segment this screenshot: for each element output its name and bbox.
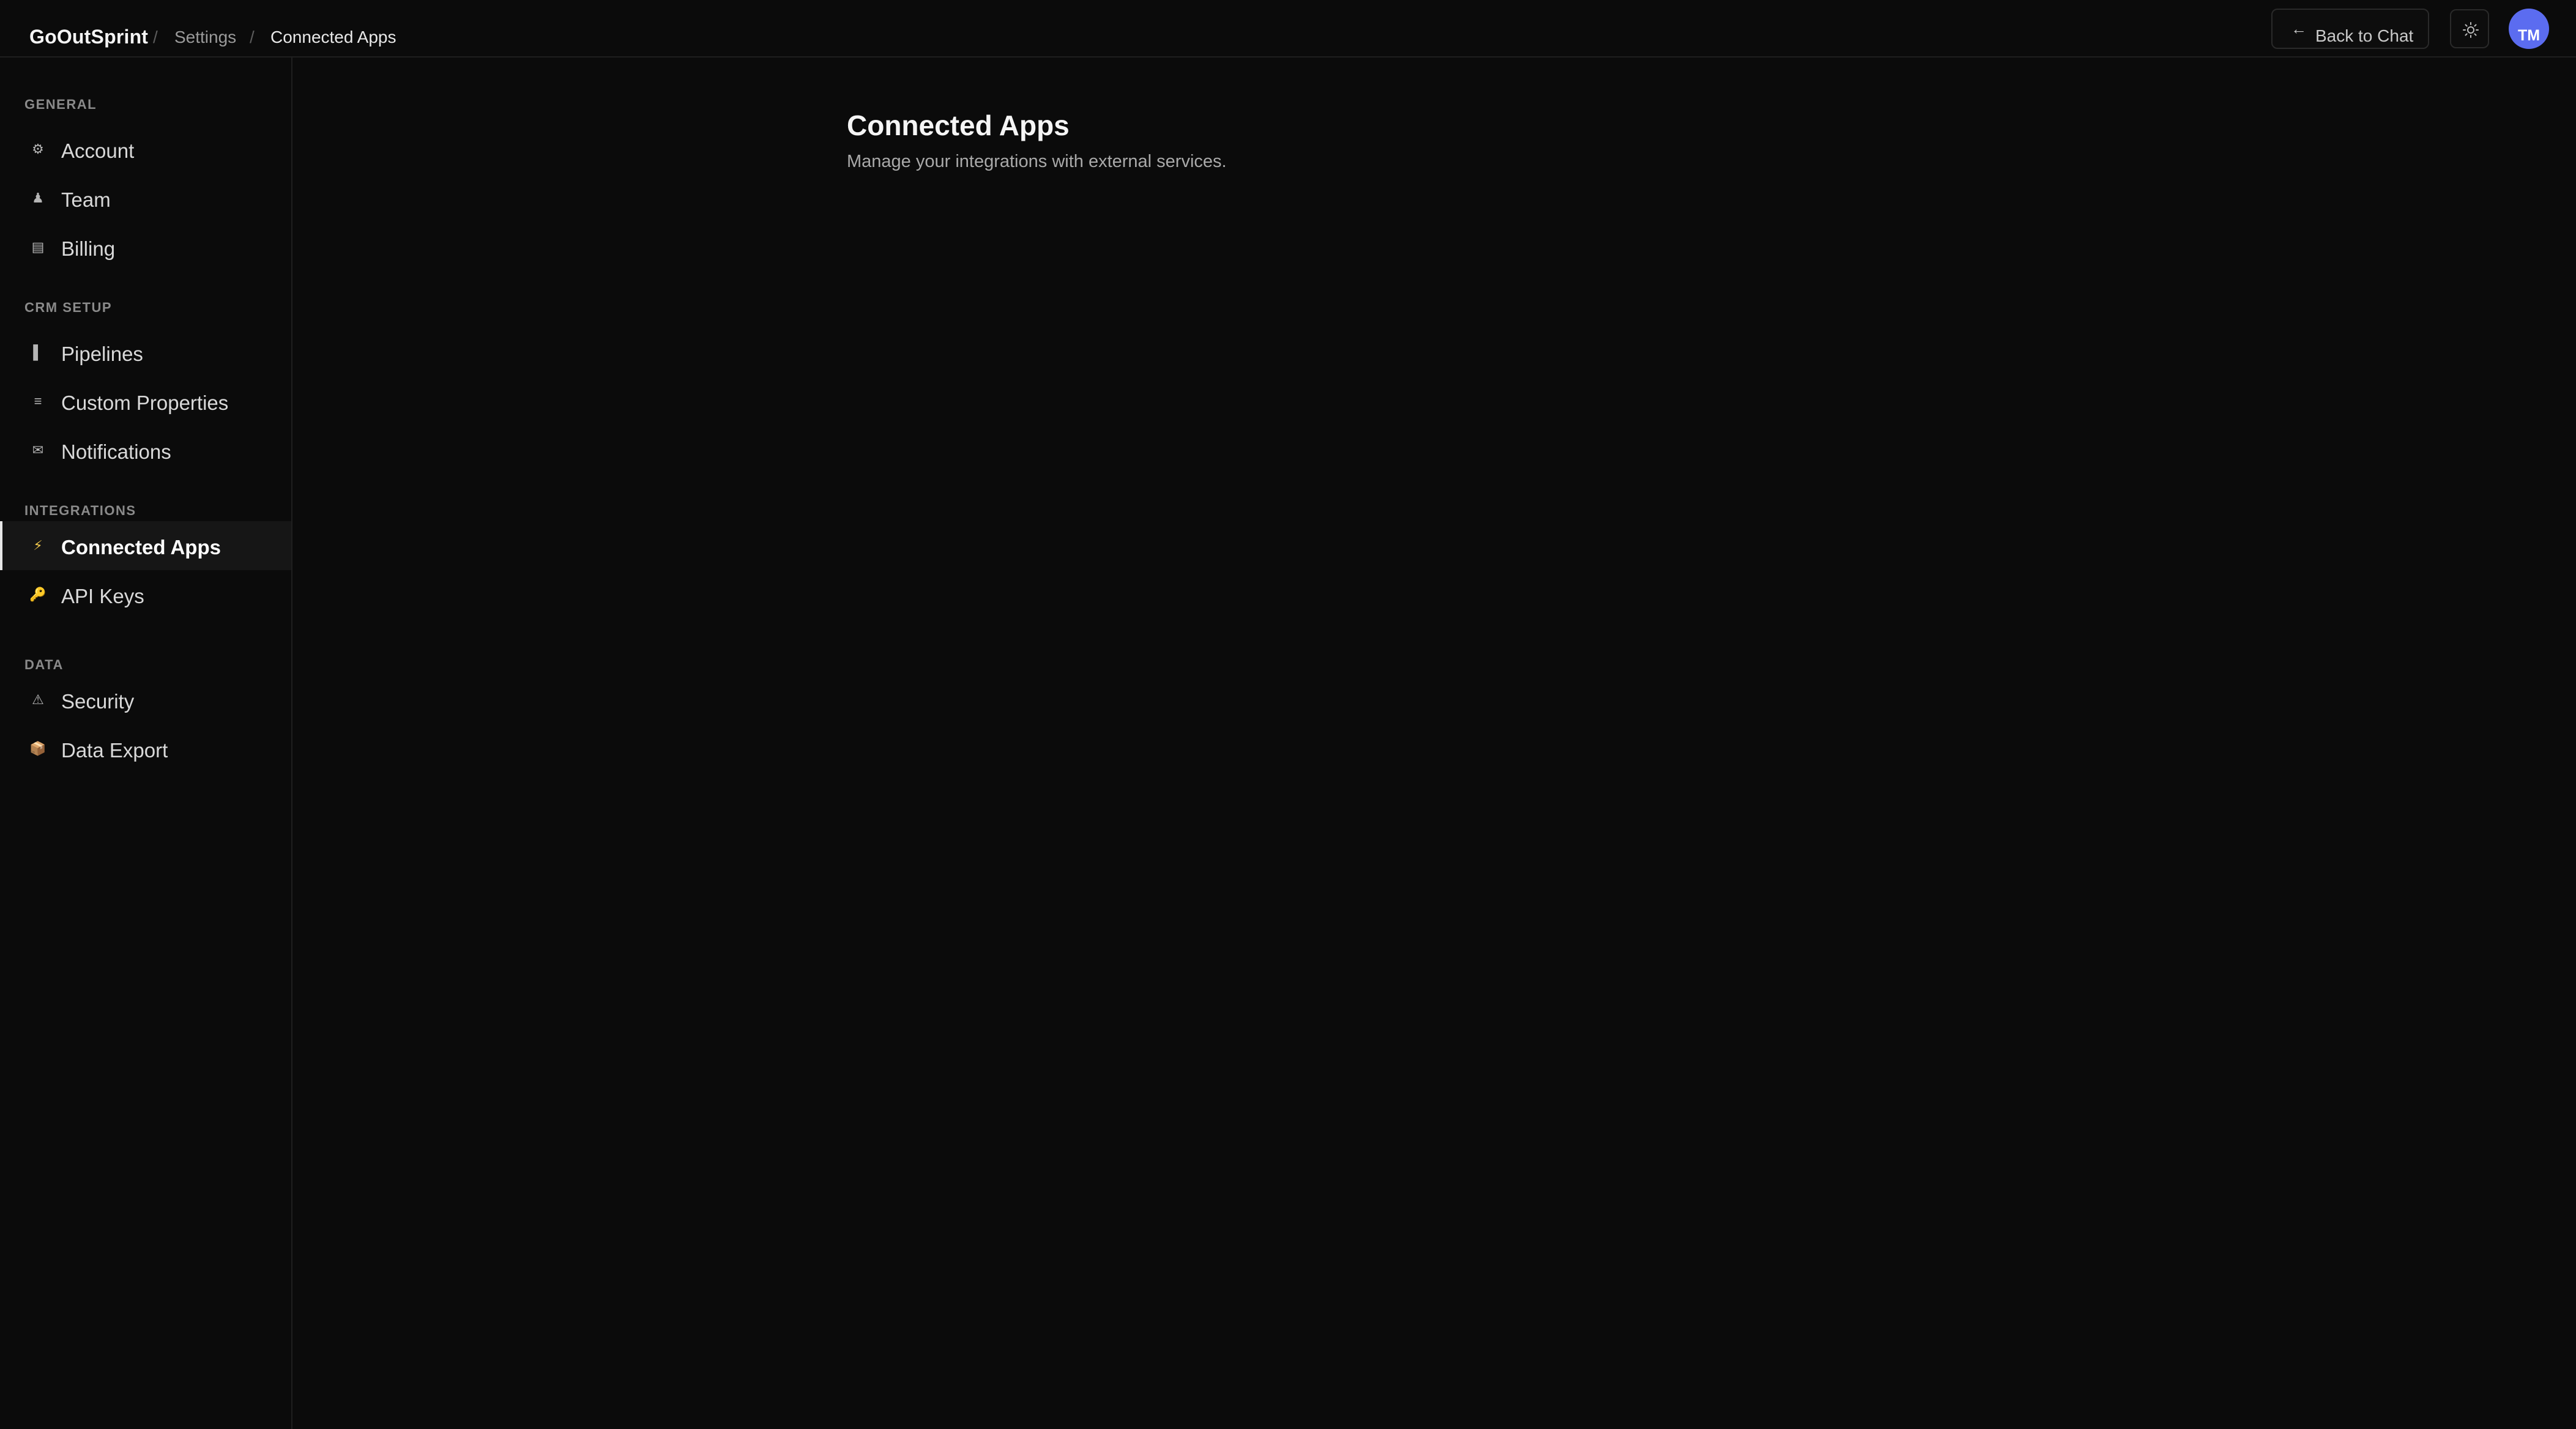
sidebar-item-label: Custom Properties — [61, 392, 229, 414]
arrow-left-icon: ← — [2291, 20, 2307, 38]
sidebar-item-label: Notifications — [61, 440, 171, 463]
sidebar-item-pipelines[interactable]: ▌ Pipelines — [0, 328, 291, 377]
mail-icon: ✉ — [32, 442, 44, 458]
sidebar-item-label: Billing — [61, 237, 116, 260]
sidebar-item-notifications[interactable]: ✉ Notifications — [0, 426, 291, 475]
bar-icon: ▌ — [33, 344, 43, 360]
sidebar-item-label: Account — [61, 139, 135, 162]
sun-icon — [2463, 22, 2479, 38]
breadcrumb-current: Connected Apps — [270, 28, 396, 46]
sidebar-item-label: Team — [61, 188, 111, 211]
theme-toggle-button[interactable] — [2450, 9, 2489, 48]
breadcrumb-settings[interactable]: Settings — [174, 28, 236, 47]
user-avatar[interactable]: TM — [2509, 9, 2549, 49]
section-title-crm-setup: CRM SETUP — [24, 300, 113, 315]
sidebar-item-connected-apps[interactable]: ⚡ Connected Apps — [0, 521, 291, 570]
sidebar-item-custom-properties[interactable]: ≡ Custom Properties — [0, 377, 291, 426]
section-title-integrations: INTEGRATIONS — [24, 503, 136, 518]
back-to-chat-button[interactable]: ← Back to Chat — [2271, 9, 2429, 49]
package-icon: 📦 — [29, 741, 47, 756]
sidebar-item-billing[interactable]: ▤ Billing — [0, 223, 291, 272]
breadcrumb-separator: / — [153, 28, 158, 46]
gear-icon: ⚙ — [32, 141, 44, 157]
page-subtitle: Manage your integrations with external s… — [847, 152, 1227, 171]
settings-sidebar: GENERAL ⚙ Account ♟ Team ▤ Billing CRM S… — [0, 58, 292, 1429]
sidebar-item-team[interactable]: ♟ Team — [0, 174, 291, 223]
sidebar-item-account[interactable]: ⚙ Account — [0, 125, 291, 174]
settings-app: GoOutSprint / Settings / Connected Apps … — [0, 0, 2576, 1429]
list-icon: ≡ — [34, 393, 42, 409]
avatar-initials: TM — [2517, 27, 2541, 44]
sidebar-item-api-keys[interactable]: 🔑 API Keys — [0, 570, 291, 619]
section-title-general: GENERAL — [24, 97, 97, 112]
breadcrumb-separator: / — [250, 28, 255, 46]
sidebar-item-label: API Keys — [61, 585, 144, 607]
user-icon: ♟ — [32, 190, 44, 206]
section-title-data: DATA — [24, 657, 64, 672]
sidebar-item-label: Pipelines — [61, 343, 143, 365]
card-icon: ▤ — [31, 239, 45, 254]
sidebar-item-label: Data Export — [61, 739, 168, 762]
sidebar-item-label: Connected Apps — [61, 536, 221, 559]
lightning-icon: ⚡ — [33, 538, 43, 553]
brand-logo[interactable]: GoOutSprint — [29, 26, 148, 48]
sidebar-item-data-export[interactable]: 📦 Data Export — [0, 724, 291, 773]
sidebar-item-security[interactable]: ⚠ Security — [0, 675, 291, 724]
warning-icon: ⚠ — [32, 692, 44, 707]
page-title: Connected Apps — [847, 109, 1070, 141]
sidebar-item-label: Security — [61, 690, 135, 713]
back-to-chat-label: Back to Chat — [2315, 26, 2414, 45]
top-bar: GoOutSprint / Settings / Connected Apps … — [0, 0, 2576, 58]
key-icon: 🔑 — [29, 587, 47, 602]
